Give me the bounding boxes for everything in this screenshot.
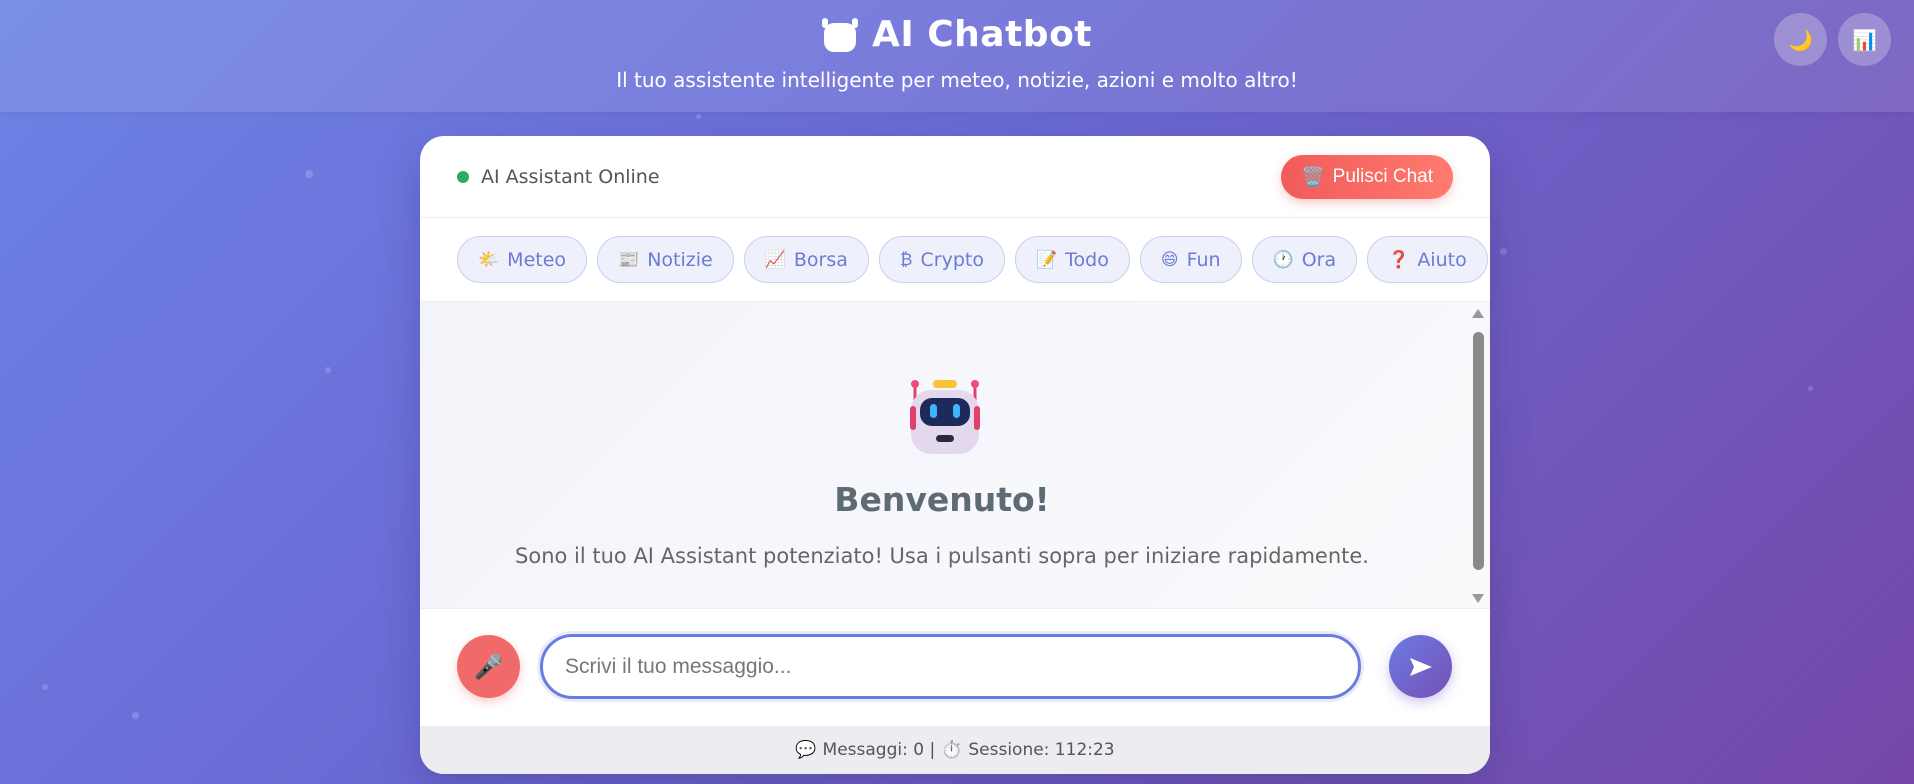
background-particle: [1500, 248, 1507, 255]
send-arrow-icon: [1409, 657, 1432, 676]
quick-action-label: Todo: [1065, 248, 1109, 271]
speech-bubble-icon: 💬: [795, 740, 817, 760]
status-text: AI Assistant Online: [481, 165, 660, 188]
welcome-text: Sono il tuo AI Assistant potenziato! Usa…: [515, 544, 1369, 568]
background-particle: [42, 684, 48, 690]
chat-container: AI Assistant Online 🗑️ Pulisci Chat 🌤️ M…: [420, 136, 1490, 774]
scroll-down-arrow-icon[interactable]: [1472, 594, 1484, 603]
quick-action-meteo[interactable]: 🌤️ Meteo: [457, 236, 588, 283]
memo-icon: 📝: [1035, 249, 1058, 270]
stats-button[interactable]: 📊: [1838, 13, 1891, 66]
scroll-up-arrow-icon[interactable]: [1472, 309, 1484, 318]
stopwatch-icon: ⏱️: [941, 740, 963, 760]
quick-action-label: Crypto: [920, 248, 984, 271]
weather-icon: 🌤️: [478, 249, 500, 270]
quick-action-label: Borsa: [793, 248, 848, 271]
background-particle: [1808, 386, 1813, 391]
quick-action-notizie[interactable]: 📰 Notizie: [597, 236, 734, 283]
chat-footer: 💬 Messaggi: 0 | ⏱️ Sessione: 112:23: [420, 726, 1490, 774]
input-bar: 🎤: [420, 608, 1490, 726]
clear-chat-button[interactable]: 🗑️ Pulisci Chat: [1281, 154, 1453, 199]
app-title: AI Chatbot: [871, 14, 1093, 55]
smile-icon: 😄: [1160, 249, 1179, 270]
quick-action-label: Notizie: [647, 248, 713, 271]
quick-action-label: Aiuto: [1417, 248, 1467, 271]
messages-area[interactable]: Benvenuto! Sono il tuo AI Assistant pote…: [420, 302, 1490, 608]
app-header: AI Chatbot Il tuo assistente intelligent…: [0, 0, 1914, 112]
scroll-thumb[interactable]: [1473, 332, 1484, 570]
background-particle: [325, 367, 331, 373]
voice-input-button[interactable]: 🎤: [457, 635, 520, 698]
background-particle: [696, 114, 701, 119]
background-particle: [305, 170, 313, 178]
newspaper-icon: 📰: [618, 249, 640, 270]
bitcoin-icon: ₿: [899, 249, 913, 270]
background-particle: [132, 712, 139, 719]
quick-actions: 🌤️ Meteo 📰 Notizie 📈 Borsa ₿ Crypto 📝 To…: [420, 218, 1490, 302]
quick-action-label: Ora: [1301, 248, 1337, 271]
robot-icon: [910, 380, 980, 454]
clock-icon: 🕐: [1272, 249, 1294, 270]
send-button[interactable]: [1389, 635, 1452, 698]
trash-icon: 🗑️: [1301, 166, 1325, 188]
clear-chat-label: Pulisci Chat: [1332, 165, 1433, 187]
title-row: AI Chatbot: [0, 14, 1914, 55]
status-indicator: AI Assistant Online: [457, 166, 660, 188]
quick-action-aiuto[interactable]: ❓ Aiuto: [1367, 236, 1488, 283]
app-subtitle: Il tuo assistente intelligente per meteo…: [616, 68, 1298, 92]
quick-action-ora[interactable]: 🕐 Ora: [1251, 236, 1358, 283]
microphone-icon: 🎤: [473, 652, 504, 681]
message-input[interactable]: [540, 634, 1361, 699]
robot-icon: [821, 17, 858, 52]
messages-scrollbar[interactable]: [1470, 306, 1486, 606]
quick-action-label: Fun: [1186, 248, 1221, 271]
chart-up-icon: 📈: [764, 249, 786, 270]
question-icon: ❓: [1388, 249, 1410, 270]
quick-action-fun[interactable]: 😄 Fun: [1139, 236, 1242, 283]
welcome-title: Benvenuto!: [834, 480, 1050, 519]
message-count: Messaggi: 0 |: [822, 740, 936, 760]
online-dot-icon: [457, 170, 469, 183]
quick-action-borsa[interactable]: 📈 Borsa: [743, 236, 869, 283]
quick-action-crypto[interactable]: ₿ Crypto: [878, 236, 1005, 283]
chat-header: AI Assistant Online 🗑️ Pulisci Chat: [420, 136, 1490, 218]
session-timer: Sessione: 112:23: [968, 740, 1115, 760]
theme-toggle-button[interactable]: 🌙: [1774, 13, 1827, 66]
quick-action-label: Meteo: [507, 248, 567, 271]
moon-icon: 🌙: [1788, 27, 1813, 52]
quick-action-todo[interactable]: 📝 Todo: [1014, 236, 1130, 283]
bar-chart-icon: 📊: [1852, 27, 1877, 52]
